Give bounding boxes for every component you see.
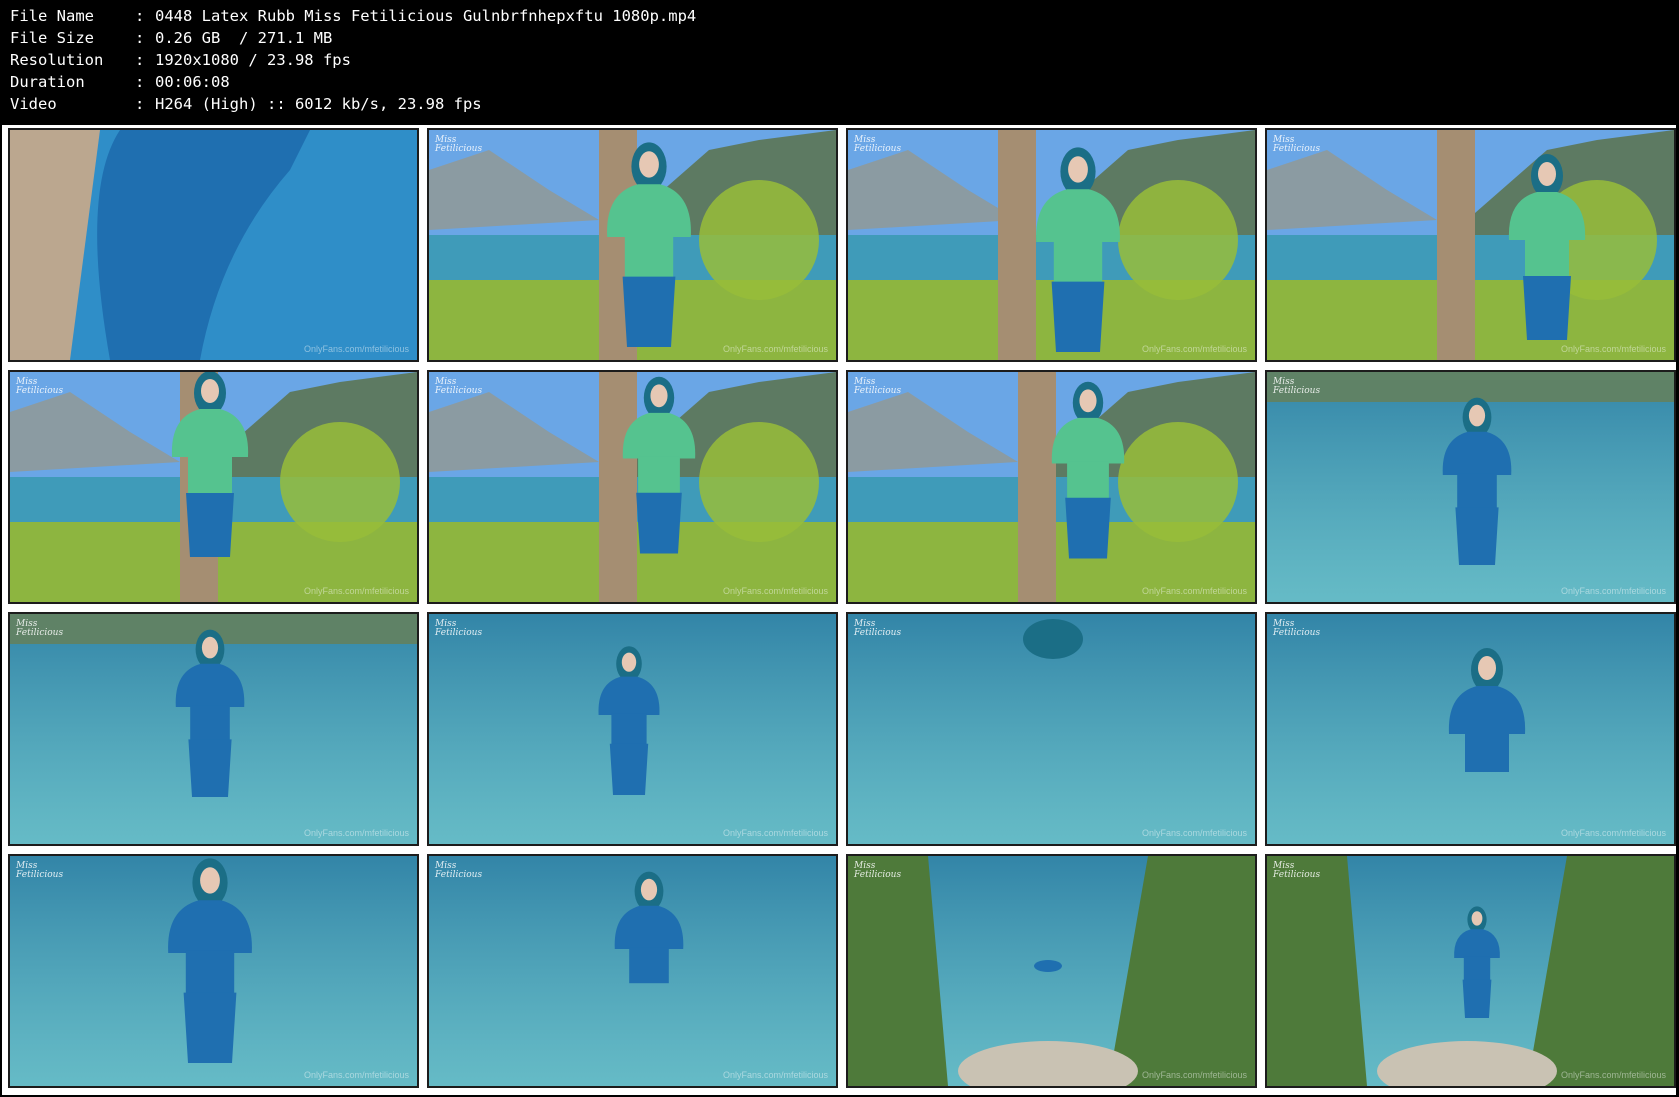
url-watermark: OnlyFans.com/mfetilicious — [722, 828, 828, 838]
thumbnail-image — [429, 130, 836, 360]
thumbnail-frame: Miss Fetilicious OnlyFans.com/mfetiliciou… — [1265, 612, 1676, 846]
thumbnail-image — [848, 856, 1255, 1086]
logo-watermark: Miss Fetilicious — [1273, 861, 1321, 880]
url-watermark: OnlyFans.com/mfetilicious — [722, 1070, 828, 1080]
thumbnail-image — [1267, 614, 1674, 844]
thumbnail-frame: Miss Fetilicious OnlyFans.com/mfetiliciou… — [8, 612, 419, 846]
thumbnail-frame: Miss Fetilicious OnlyFans.com/mfetiliciou… — [846, 370, 1257, 604]
thumbnail-sheet: OnlyFans.com/mfetilicious Miss Fetilicio… — [2, 125, 1676, 1095]
thumbnail-frame: Miss Fetilicious OnlyFans.com/mfetiliciou… — [427, 370, 838, 604]
thumbnail-image — [429, 372, 836, 602]
thumbnail-image — [429, 856, 836, 1086]
thumbnail-frame: Miss Fetilicious OnlyFans.com/mfetiliciou… — [427, 854, 838, 1088]
url-watermark: OnlyFans.com/mfetilicious — [722, 344, 828, 354]
url-watermark: OnlyFans.com/mfetilicious — [1141, 1070, 1247, 1080]
info-key: Resolution — [10, 51, 104, 69]
thumbnail-image — [1267, 130, 1674, 360]
thumbnail-image — [848, 130, 1255, 360]
thumbnail-frame: Miss Fetilicious OnlyFans.com/mfetiliciou… — [1265, 128, 1676, 362]
info-row: File Name:0448 Latex Rubb Miss Fetilicio… — [10, 5, 696, 27]
info-row: File Size:0.26 GB / 271.1 MB — [10, 27, 696, 49]
logo-watermark: Miss Fetilicious — [1273, 135, 1321, 154]
thumbnail-image — [10, 614, 417, 844]
thumbnail-frame: Miss Fetilicious OnlyFans.com/mfetiliciou… — [8, 854, 419, 1088]
thumbnail-frame: OnlyFans.com/mfetilicious — [8, 128, 419, 362]
url-watermark: OnlyFans.com/mfetilicious — [1141, 344, 1247, 354]
logo-watermark: Miss Fetilicious — [1273, 619, 1321, 638]
logo-watermark: Miss Fetilicious — [435, 135, 483, 154]
thumbnail-image — [1267, 372, 1674, 602]
thumbnail-frame: Miss Fetilicious OnlyFans.com/mfetiliciou… — [1265, 370, 1676, 604]
info-value: 1920x1080 / 23.98 fps — [155, 51, 351, 69]
url-watermark: OnlyFans.com/mfetilicious — [303, 1070, 409, 1080]
file-info-panel: File Name:0448 Latex Rubb Miss Fetilicio… — [10, 5, 696, 115]
thumbnail-image — [1267, 856, 1674, 1086]
info-value: H264 (High) :: 6012 kb/s, 23.98 fps — [155, 95, 482, 113]
info-row: Duration:00:06:08 — [10, 71, 696, 93]
url-watermark: OnlyFans.com/mfetilicious — [303, 828, 409, 838]
info-row: Video: H264 (High) :: 6012 kb/s, 23.98 fp… — [10, 93, 696, 115]
url-watermark: OnlyFans.com/mfetilicious — [303, 344, 409, 354]
info-separator: : — [135, 7, 145, 25]
logo-watermark: Miss Fetilicious — [16, 377, 64, 396]
logo-watermark: Miss Fetilicious — [854, 377, 902, 396]
logo-watermark: Miss Fetilicious — [16, 619, 64, 638]
url-watermark: OnlyFans.com/mfetilicious — [1141, 828, 1247, 838]
info-key: File Size — [10, 29, 94, 47]
info-key: Duration — [10, 73, 85, 91]
thumbnail-frame: Miss Fetilicious OnlyFans.com/mfetiliciou… — [427, 612, 838, 846]
info-value: 0448 Latex Rubb Miss Fetilicious Gulnbrf… — [155, 7, 697, 25]
thumbnail-image — [848, 614, 1255, 844]
url-watermark: OnlyFans.com/mfetilicious — [1560, 1070, 1666, 1080]
info-key: File Name — [10, 7, 94, 25]
info-separator: : — [135, 95, 145, 113]
thumbnail-frame: Miss Fetilicious OnlyFans.com/mfetiliciou… — [427, 128, 838, 362]
logo-watermark: Miss Fetilicious — [854, 619, 902, 638]
thumbnail-image — [429, 614, 836, 844]
url-watermark: OnlyFans.com/mfetilicious — [1560, 344, 1666, 354]
thumbnail-frame: Miss Fetilicious OnlyFans.com/mfetiliciou… — [8, 370, 419, 604]
thumbnail-frame: Miss Fetilicious OnlyFans.com/mfetiliciou… — [846, 854, 1257, 1088]
logo-watermark: Miss Fetilicious — [435, 861, 483, 880]
thumbnail-image — [10, 856, 417, 1086]
thumbnail-image — [848, 372, 1255, 602]
url-watermark: OnlyFans.com/mfetilicious — [303, 586, 409, 596]
logo-watermark: Miss Fetilicious — [435, 377, 483, 396]
thumbnail-image — [10, 130, 417, 360]
thumbnail-image — [10, 372, 417, 602]
logo-watermark: Miss Fetilicious — [1273, 377, 1321, 396]
logo-watermark: Miss Fetilicious — [16, 861, 64, 880]
url-watermark: OnlyFans.com/mfetilicious — [1560, 586, 1666, 596]
info-row: Resolution:1920x1080 / 23.98 fps — [10, 49, 696, 71]
thumbnail-grid: OnlyFans.com/mfetilicious Miss Fetilicio… — [2, 125, 1676, 1088]
info-separator: : — [135, 73, 145, 91]
thumbnail-frame: Miss Fetilicious OnlyFans.com/mfetiliciou… — [1265, 854, 1676, 1088]
info-value: 00:06:08 — [155, 73, 230, 91]
url-watermark: OnlyFans.com/mfetilicious — [722, 586, 828, 596]
thumbnail-frame: Miss Fetilicious OnlyFans.com/mfetiliciou… — [846, 612, 1257, 846]
logo-watermark: Miss Fetilicious — [854, 135, 902, 154]
logo-watermark: Miss Fetilicious — [854, 861, 902, 880]
url-watermark: OnlyFans.com/mfetilicious — [1141, 586, 1247, 596]
info-value: 0.26 GB / 271.1 MB — [155, 29, 333, 47]
thumbnail-frame: Miss Fetilicious OnlyFans.com/mfetiliciou… — [846, 128, 1257, 362]
info-separator: : — [135, 29, 145, 47]
logo-watermark: Miss Fetilicious — [435, 619, 483, 638]
info-separator: : — [135, 51, 145, 69]
info-key: Video — [10, 95, 57, 113]
url-watermark: OnlyFans.com/mfetilicious — [1560, 828, 1666, 838]
